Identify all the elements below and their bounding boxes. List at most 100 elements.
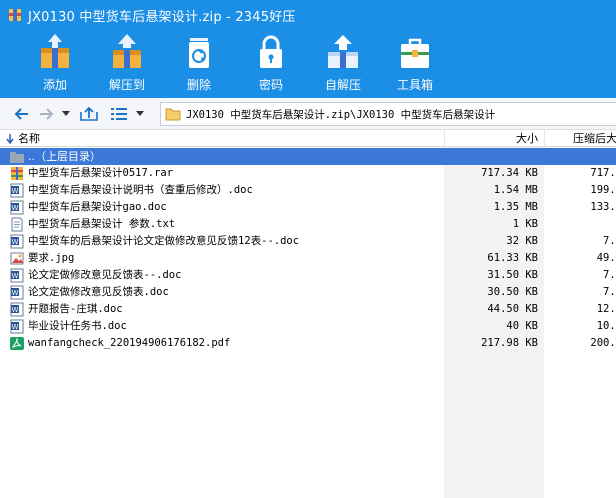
file-size: 1.35 MB bbox=[493, 201, 538, 213]
file-name: 中型货车的后悬架设计论文定做修改意见反馈12表--.doc bbox=[28, 235, 300, 247]
file-row[interactable]: wanfangcheck_220194906176182.pdf 217.98 K… bbox=[0, 335, 616, 352]
doc-icon: W bbox=[10, 319, 24, 334]
file-size: 30.50 KB bbox=[487, 286, 538, 298]
file-compressed-size: 133.8 bbox=[590, 201, 616, 213]
file-row[interactable]: W 中型货车后悬架设计说明书（查重后修改）.doc 1.54 MB 199.1 bbox=[0, 182, 616, 199]
file-row[interactable]: W 开题报告-庄琪.doc 44.50 KB 12.6 bbox=[0, 301, 616, 318]
file-size: 32 KB bbox=[506, 235, 538, 247]
file-row[interactable]: 要求.jpg 61.33 KB 49.4 bbox=[0, 250, 616, 267]
view-mode-button[interactable] bbox=[108, 102, 130, 126]
self-extract-label: 自解压 bbox=[324, 78, 361, 92]
extract-to-button[interactable]: 解压到 bbox=[91, 30, 163, 98]
history-dropdown[interactable] bbox=[60, 102, 72, 126]
file-size: 1.54 MB bbox=[493, 184, 538, 196]
file-row[interactable]: W 论文定做修改意见反馈表--.doc 31.50 KB 7.7 bbox=[0, 267, 616, 284]
main-toolbar: 添加 解压到 删除 密码 自解压 工具箱 bbox=[0, 30, 616, 98]
doc-icon: W bbox=[10, 285, 24, 300]
svg-text:W: W bbox=[12, 238, 19, 246]
back-button[interactable] bbox=[10, 102, 32, 126]
column-header: 名称 大小 压缩后大小 bbox=[0, 129, 616, 147]
file-compressed-size: 12.6 bbox=[596, 303, 616, 315]
extract-to-label: 解压到 bbox=[108, 78, 145, 92]
up-folder-icon bbox=[80, 106, 98, 121]
add-button[interactable]: 添加 bbox=[19, 30, 91, 98]
file-name: wanfangcheck_220194906176182.pdf bbox=[28, 337, 231, 349]
self-extract-icon bbox=[328, 35, 358, 68]
file-name: 论文定做修改意见反馈表--.doc bbox=[28, 269, 182, 281]
self-extract-button[interactable]: 自解压 bbox=[307, 30, 379, 98]
forward-button[interactable] bbox=[36, 102, 58, 126]
forward-arrow-icon bbox=[40, 107, 54, 120]
compressed-column-label: 压缩后大小 bbox=[573, 131, 616, 145]
name-column-label: 名称 bbox=[18, 132, 40, 145]
sort-arrow-icon bbox=[6, 133, 14, 144]
file-row[interactable]: 中型货车后悬架设计0517.rar 717.34 KB 717.3 bbox=[0, 165, 616, 182]
file-name: 要求.jpg bbox=[28, 252, 75, 264]
toolbox-icon bbox=[401, 38, 429, 68]
toolbox-button[interactable]: 工具箱 bbox=[379, 30, 451, 98]
pdf-icon bbox=[10, 336, 24, 351]
svg-text:W: W bbox=[12, 323, 19, 331]
svg-text:W: W bbox=[12, 272, 19, 280]
navigation-bar: JX0130 中型货车后悬架设计.zip\JX0130 中型货车后悬架设计 bbox=[0, 98, 616, 130]
size-column-label: 大小 bbox=[516, 131, 538, 145]
svg-text:W: W bbox=[12, 306, 19, 314]
file-row[interactable]: 中型货车后悬架设计 参数.txt 1 KB bbox=[0, 216, 616, 233]
password-lock-icon bbox=[260, 35, 282, 68]
app-logo-icon bbox=[8, 8, 22, 22]
extract-to-icon bbox=[113, 34, 141, 68]
list-view-icon bbox=[111, 107, 127, 120]
doc-icon: W bbox=[10, 183, 24, 198]
doc-icon: W bbox=[10, 268, 24, 283]
parent-directory-row[interactable]: ..（上层目录） bbox=[0, 148, 616, 165]
file-row[interactable]: W 毕业设计任务书.doc 40 KB 10.5 bbox=[0, 318, 616, 335]
chevron-down-icon bbox=[136, 110, 144, 116]
svg-text:W: W bbox=[12, 289, 19, 297]
password-label: 密码 bbox=[258, 78, 283, 92]
file-name: 毕业设计任务书.doc bbox=[28, 320, 127, 332]
file-row[interactable]: W 中型货车的后悬架设计论文定做修改意见反馈12表--.doc 32 KB 7.8 bbox=[0, 233, 616, 250]
name-column-header[interactable]: 名称 bbox=[0, 130, 444, 147]
folder-icon bbox=[165, 108, 181, 121]
delete-icon bbox=[189, 38, 209, 68]
svg-text:W: W bbox=[12, 187, 19, 195]
file-size: 61.33 KB bbox=[487, 252, 538, 264]
file-compressed-size: 200.8 bbox=[590, 337, 616, 349]
file-name: 论文定做修改意见反馈表.doc bbox=[28, 286, 169, 298]
file-compressed-size: 7.7 bbox=[603, 269, 616, 281]
back-arrow-icon bbox=[14, 107, 28, 120]
file-size: 1 KB bbox=[512, 218, 538, 230]
file-size: 217.98 KB bbox=[481, 337, 538, 349]
file-name: 开题报告-庄琪.doc bbox=[28, 303, 123, 315]
compressed-column-header[interactable]: 压缩后大小 bbox=[544, 129, 616, 147]
file-compressed-size: 7.8 bbox=[603, 235, 616, 247]
address-path: JX0130 中型货车后悬架设计.zip\JX0130 中型货车后悬架设计 bbox=[186, 108, 496, 121]
doc-icon: W bbox=[10, 200, 24, 215]
file-compressed-size: 49.4 bbox=[596, 252, 616, 264]
file-compressed-size: 717.3 bbox=[590, 167, 616, 179]
chevron-down-icon bbox=[62, 110, 70, 116]
add-label: 添加 bbox=[42, 78, 67, 92]
file-name: 中型货车后悬架设计gao.doc bbox=[28, 201, 167, 213]
password-button[interactable]: 密码 bbox=[235, 30, 307, 98]
file-name: 中型货车后悬架设计0517.rar bbox=[28, 167, 174, 179]
file-row[interactable]: W 中型货车后悬架设计gao.doc 1.35 MB 133.8 bbox=[0, 199, 616, 216]
file-rows: ..（上层目录） 中型货车后悬架设计0517.rar 717.34 KB 717.3 W… bbox=[0, 148, 616, 352]
view-mode-dropdown[interactable] bbox=[134, 102, 146, 126]
file-row[interactable]: W 论文定做修改意见反馈表.doc 30.50 KB 7.5 bbox=[0, 284, 616, 301]
title-bar: JX0130 中型货车后悬架设计.zip - 2345好压 bbox=[0, 0, 616, 30]
delete-button[interactable]: 删除 bbox=[163, 30, 235, 98]
folder-icon bbox=[10, 149, 24, 164]
file-size: 40 KB bbox=[506, 320, 538, 332]
file-size: 31.50 KB bbox=[487, 269, 538, 281]
file-name: 中型货车后悬架设计 参数.txt bbox=[28, 218, 176, 230]
delete-label: 删除 bbox=[186, 78, 211, 92]
doc-icon: W bbox=[10, 234, 24, 249]
jpg-icon bbox=[10, 251, 24, 266]
file-size: 44.50 KB bbox=[487, 303, 538, 315]
txt-icon bbox=[10, 217, 24, 232]
address-bar[interactable]: JX0130 中型货车后悬架设计.zip\JX0130 中型货车后悬架设计 bbox=[160, 102, 616, 126]
up-folder-button[interactable] bbox=[78, 102, 100, 126]
rar-icon bbox=[10, 166, 24, 181]
size-column-header[interactable]: 大小 bbox=[444, 129, 544, 147]
